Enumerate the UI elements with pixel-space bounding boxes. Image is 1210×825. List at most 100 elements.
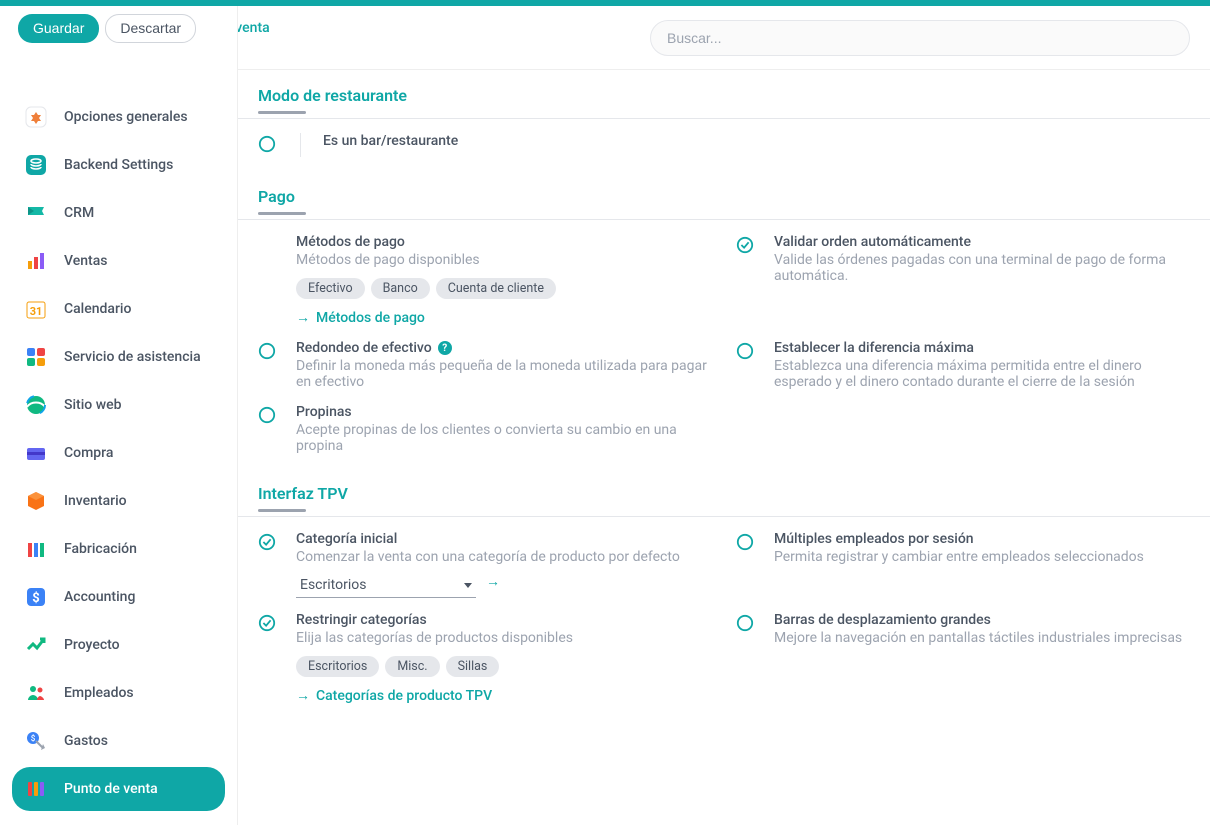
link-label: Categorías de producto TPV [316,688,492,704]
link-payment-methods[interactable]: → Métodos de pago [296,309,425,326]
section-interface: Interfaz TPV Categoría inicial [238,468,1210,718]
sidebar-item-pos[interactable]: Punto de venta [12,767,225,811]
sidebar-item-label: Proyecto [64,637,120,653]
employees-icon [22,679,50,707]
sidebar-item-empleados[interactable]: Empleados [12,671,225,715]
tag-escritorios[interactable]: Escritorios [296,656,379,677]
arrow-right-icon: → [296,309,310,326]
section-underline [258,509,306,512]
setting-desc-multi: Permita registrar y cambiar entre emplea… [774,549,1190,565]
sidebar-item-accounting[interactable]: $ Accounting [12,575,225,619]
content-area: Punto de venta Ajustes Modo de restauran… [238,6,1210,825]
sidebar-item-proyecto[interactable]: Proyecto [12,623,225,667]
purchase-icon [22,439,50,467]
sidebar-item-label: Calendario [64,301,131,317]
link-product-categories[interactable]: → Categorías de producto TPV [296,687,492,704]
sidebar-item-fabricacion[interactable]: Fabricación [12,527,225,571]
breadcrumb-app[interactable]: Punto de venta [238,20,270,36]
select-initial-category[interactable]: Escritorios [296,575,476,598]
sidebar-item-backend[interactable]: Backend Settings [12,143,225,187]
checkbox-initcat[interactable] [258,533,276,551]
sidebar-item-compra[interactable]: Compra [12,431,225,475]
backend-icon [22,151,50,179]
section-title-restaurant: Modo de restaurante [238,70,1210,111]
checkbox-scrollbars[interactable] [736,614,754,632]
external-link-icon[interactable]: → [486,573,500,590]
setting-desc-restrict: Elija las categorías de productos dispon… [296,630,712,646]
section-title-interface: Interfaz TPV [238,468,1210,509]
sidebar-item-general[interactable]: Opciones generales [12,95,225,139]
sidebar-item-label: Accounting [64,589,135,605]
settings-sidebar: Guardar Descartar Opciones generales Bac… [0,6,238,825]
svg-text:31: 31 [30,305,43,318]
crm-icon [22,199,50,227]
setting-title-restrict: Restringir categorías [296,612,712,628]
divider [300,133,301,157]
sidebar-item-label: Servicio de asistencia [64,349,201,365]
project-icon [22,631,50,659]
checkbox-validate-auto[interactable] [736,236,754,254]
payment-tags: Efectivo Banco Cuenta de cliente [296,278,712,299]
setting-title-rounding: Redondeo de efectivo ? [296,340,712,356]
tag-efectivo[interactable]: Efectivo [296,278,365,299]
checkbox-tips[interactable] [258,406,276,424]
section-payment: Pago Métodos de pago Métodos de pago dis… [238,171,1210,468]
sidebar-item-label: Compra [64,445,113,461]
sidebar-item-label: Sitio web [64,397,121,413]
setting-title-validate: Validar orden automáticamente [774,234,1190,250]
checkbox-rounding[interactable] [258,342,276,360]
sidebar-item-label: Inventario [64,493,127,509]
sidebar-item-label: Backend Settings [64,157,173,173]
checkbox-maxdiff[interactable] [736,342,754,360]
setting-title-is-bar: Es un bar/restaurante [323,133,698,149]
setting-title-multi: Múltiples empleados por sesión [774,531,1190,547]
header: Punto de venta Ajustes [238,6,1210,70]
sidebar-item-label: Punto de venta [64,781,158,797]
tag-sillas[interactable]: Sillas [446,656,500,677]
tag-cuenta-cliente[interactable]: Cuenta de cliente [436,278,556,299]
sidebar-item-label: Opciones generales [64,109,188,125]
setting-title-initcat: Categoría inicial [296,531,712,547]
sidebar-item-inventario[interactable]: Inventario [12,479,225,523]
help-icon[interactable]: ? [438,341,452,355]
page-title: Ajustes [238,38,270,59]
checkbox-restrict[interactable] [258,614,276,632]
sidebar-item-helpdesk[interactable]: Servicio de asistencia [12,335,225,379]
setting-title-maxdiff: Establecer la diferencia máxima [774,340,1190,356]
tag-misc[interactable]: Misc. [385,656,439,677]
link-label: Métodos de pago [316,310,425,326]
helpdesk-icon [22,343,50,371]
search-input[interactable] [650,20,1190,56]
search-container [650,20,1190,56]
expenses-icon: $ [22,727,50,755]
setting-desc-rounding: Definir la moneda más pequeña de la mone… [296,358,712,390]
checkbox-multi-emp[interactable] [736,533,754,551]
arrow-right-icon: → [296,687,310,704]
sidebar-item-ventas[interactable]: Ventas [12,239,225,283]
sidebar-item-label: Ventas [64,253,107,269]
breadcrumb: Punto de venta Ajustes [238,20,270,59]
settings-icon [22,103,50,131]
setting-desc-scrollbars: Mejore la navegación en pantallas táctil… [774,630,1190,646]
sidebar-item-gastos[interactable]: $ Gastos [12,719,225,763]
sidebar-item-label: CRM [64,205,94,221]
setting-title-tips: Propinas [296,404,712,420]
setting-desc-tips: Acepte propinas de los clientes o convie… [296,422,712,454]
app-layout: Guardar Descartar Opciones generales Bac… [0,6,1210,825]
sidebar-item-sitioweb[interactable]: Sitio web [12,383,225,427]
setting-title-methods: Métodos de pago [296,234,712,250]
restrict-tags: Escritorios Misc. Sillas [296,656,712,677]
tag-banco[interactable]: Banco [371,278,430,299]
checkbox-is-bar[interactable] [258,135,276,153]
sidebar-item-label: Empleados [64,685,134,701]
sidebar-item-label: Gastos [64,733,108,749]
discard-button[interactable]: Descartar [105,14,196,43]
sidebar-item-calendario[interactable]: 31 Calendario [12,287,225,331]
settings-main[interactable]: Modo de restaurante [238,70,1210,825]
website-icon [22,391,50,419]
svg-text:$: $ [31,734,36,743]
save-button[interactable]: Guardar [18,14,99,43]
sidebar-item-crm[interactable]: CRM [12,191,225,235]
pos-icon [22,775,50,803]
manufacturing-icon [22,535,50,563]
